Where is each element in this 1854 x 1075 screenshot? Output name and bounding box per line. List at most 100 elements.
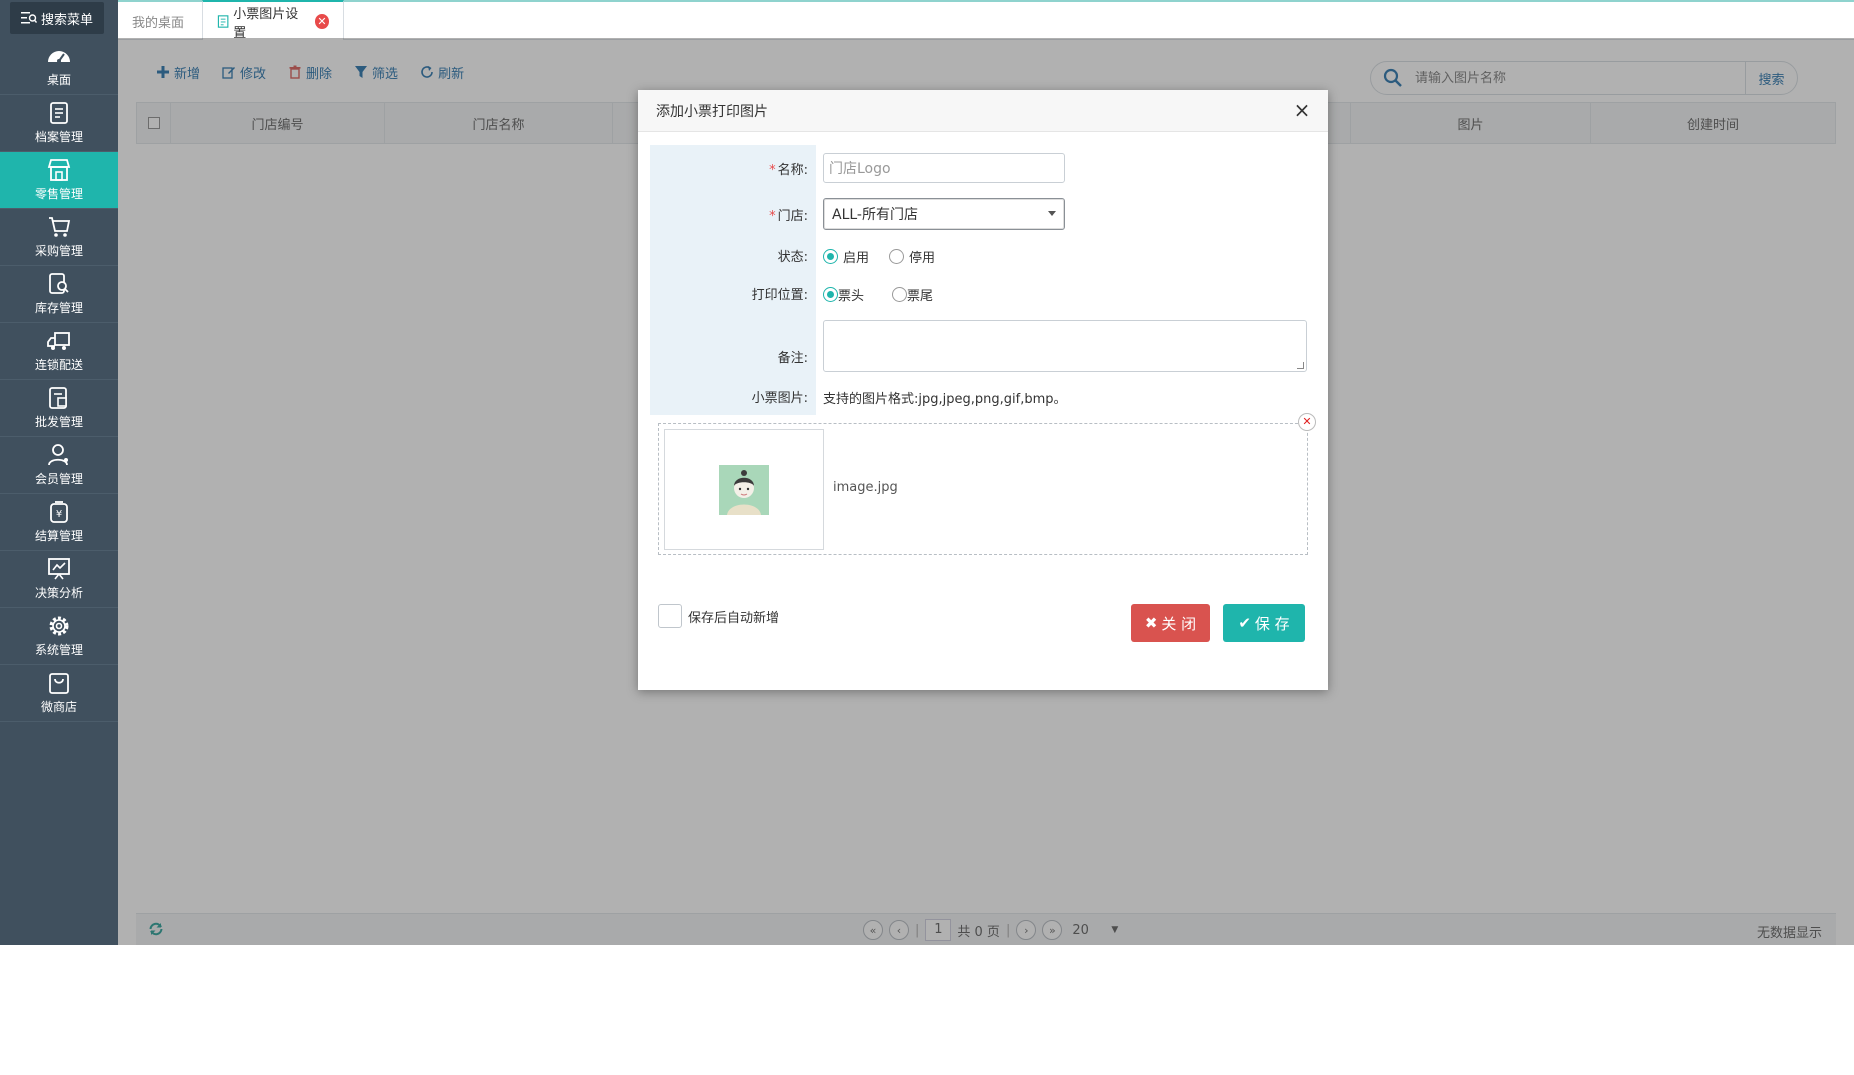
dialog-header: 添加小票打印图片 bbox=[638, 90, 1328, 132]
store-select[interactable]: ALL-所有门店 bbox=[823, 198, 1065, 230]
document-icon bbox=[217, 15, 229, 28]
nav-label: 采购管理 bbox=[34, 244, 83, 258]
name-placeholder: 门店Logo bbox=[829, 161, 891, 177]
name-input[interactable]: 门店Logo bbox=[823, 153, 1065, 183]
nav-item-retail[interactable]: 零售管理 bbox=[0, 152, 118, 209]
dialog-close-icon[interactable]: × bbox=[1292, 100, 1312, 120]
menu-search-button[interactable]: 搜索菜单 bbox=[10, 2, 104, 34]
nav-label: 微商店 bbox=[40, 700, 77, 714]
nav-label: 桌面 bbox=[46, 73, 71, 87]
store-select-value: ALL-所有门店 bbox=[832, 207, 918, 223]
archive-icon bbox=[50, 102, 68, 124]
name-label-text: 名称: bbox=[777, 162, 808, 178]
svg-text:¥: ¥ bbox=[56, 509, 62, 520]
inventory-icon bbox=[49, 273, 69, 294]
image-upload-area[interactable]: image.jpg bbox=[658, 423, 1308, 555]
print-position-radio-group: 票头 票尾 bbox=[823, 285, 933, 304]
nav-item-member[interactable]: 会员管理 bbox=[0, 437, 118, 494]
position-head-radio[interactable] bbox=[823, 287, 838, 302]
form-row-print-position: 打印位置: bbox=[650, 283, 816, 303]
name-label: * 名称: bbox=[650, 159, 816, 178]
close-x-icon: ✖ bbox=[1144, 614, 1158, 632]
dialog-title: 添加小票打印图片 bbox=[656, 103, 768, 120]
avatar-image bbox=[719, 464, 769, 515]
nav-item-microshop[interactable]: 微商店 bbox=[0, 665, 118, 722]
nav-label: 会员管理 bbox=[34, 472, 83, 486]
print-position-label: 打印位置: bbox=[751, 287, 808, 303]
form-row-remark: 备注: bbox=[650, 330, 816, 382]
form-row-name: * 名称: bbox=[650, 153, 816, 183]
menu-search-icon bbox=[20, 12, 37, 24]
tab-home[interactable]: 我的桌面 bbox=[118, 2, 200, 40]
status-disabled-radio[interactable] bbox=[889, 249, 905, 264]
auto-new-checkbox[interactable] bbox=[658, 604, 682, 628]
chart-icon bbox=[48, 558, 70, 580]
nav-label: 库存管理 bbox=[34, 301, 83, 315]
tab-bar: 我的桌面 小票图片设置 ✕ bbox=[118, 0, 1854, 41]
nav-item-analysis[interactable]: 决策分析 bbox=[0, 551, 118, 608]
cart-icon bbox=[49, 217, 71, 237]
nav-label: 零售管理 bbox=[34, 187, 83, 201]
nav-item-archive[interactable]: 档案管理 bbox=[0, 95, 118, 152]
position-head-label: 票头 bbox=[838, 289, 865, 304]
save-button[interactable]: ✔ 保 存 bbox=[1223, 604, 1305, 642]
status-disabled-label: 停用 bbox=[909, 251, 936, 266]
store-icon bbox=[47, 159, 71, 181]
remove-image-icon[interactable]: ✕ bbox=[1298, 413, 1316, 431]
nav-menu: 桌面 档案管理 零售管理 采购管理 库存管理 连锁配送 批发管理 会员管理 ¥ … bbox=[0, 38, 118, 722]
add-receipt-image-dialog: 添加小票打印图片 × * 名称: 门店Logo * 门店: ALL-所有门店 状态:… bbox=[638, 90, 1328, 690]
nav-label: 连锁配送 bbox=[34, 358, 83, 372]
image-thumbnail bbox=[664, 429, 824, 550]
nav-item-desktop[interactable]: 桌面 bbox=[0, 38, 118, 95]
settlement-icon: ¥ bbox=[50, 501, 68, 523]
check-icon: ✔ bbox=[1238, 614, 1251, 632]
nav-item-system[interactable]: 系统管理 bbox=[0, 608, 118, 665]
gear-icon bbox=[49, 616, 69, 636]
close-button[interactable]: ✖ 关 闭 bbox=[1131, 604, 1210, 642]
nav-item-wholesale[interactable]: 批发管理 bbox=[0, 380, 118, 437]
required-marker: * bbox=[769, 208, 776, 224]
save-button-label: 保 存 bbox=[1254, 614, 1290, 633]
position-tail-radio[interactable] bbox=[892, 287, 908, 302]
shop-bag-icon bbox=[49, 673, 69, 694]
status-enabled-label: 启用 bbox=[843, 251, 870, 266]
image-format-hint: 支持的图片格式:jpg,jpeg,png,gif,bmp。 bbox=[823, 392, 1067, 407]
nav-label: 系统管理 bbox=[34, 643, 83, 657]
status-radio-group: 启用 停用 bbox=[823, 247, 935, 266]
form-row-status: 状态: bbox=[650, 245, 816, 265]
auto-new-option[interactable]: 保存后自动新增 bbox=[658, 604, 779, 628]
position-tail-label: 票尾 bbox=[907, 289, 934, 304]
sidebar: 搜索菜单 桌面 档案管理 零售管理 采购管理 库存管理 连锁配送 批发管理 会员… bbox=[0, 0, 118, 945]
nav-label: 档案管理 bbox=[34, 130, 83, 144]
auto-new-label: 保存后自动新增 bbox=[688, 610, 780, 626]
tab-label: 我的桌面 bbox=[132, 15, 185, 31]
tab-receipt-image-settings[interactable]: 小票图片设置 ✕ bbox=[202, 0, 344, 41]
nav-item-inventory[interactable]: 库存管理 bbox=[0, 266, 118, 323]
dashboard-icon bbox=[48, 51, 70, 63]
store-label-text: 门店: bbox=[777, 208, 808, 224]
nav-item-settlement[interactable]: ¥ 结算管理 bbox=[0, 494, 118, 551]
remark-label: 备注: bbox=[777, 350, 808, 366]
nav-label: 批发管理 bbox=[34, 415, 83, 429]
nav-item-purchase[interactable]: 采购管理 bbox=[0, 209, 118, 266]
member-icon bbox=[48, 444, 68, 466]
remark-textarea[interactable] bbox=[823, 320, 1307, 372]
form-row-image: 小票图片: bbox=[650, 386, 816, 406]
uploaded-file-name: image.jpg bbox=[833, 480, 898, 495]
image-label: 小票图片: bbox=[751, 390, 808, 406]
truck-icon bbox=[47, 332, 70, 350]
nav-item-distribution[interactable]: 连锁配送 bbox=[0, 323, 118, 380]
store-label: * 门店: bbox=[650, 205, 816, 224]
nav-label: 结算管理 bbox=[34, 529, 83, 543]
wholesale-icon bbox=[49, 387, 67, 409]
required-marker: * bbox=[769, 162, 776, 178]
status-enabled-radio[interactable] bbox=[823, 249, 838, 264]
tab-label: 小票图片设置 bbox=[233, 6, 299, 41]
status-label: 状态: bbox=[777, 249, 808, 265]
nav-label: 决策分析 bbox=[34, 586, 83, 600]
tab-close-icon[interactable]: ✕ bbox=[314, 14, 330, 29]
close-button-label: 关 闭 bbox=[1161, 614, 1197, 633]
chevron-down-icon bbox=[1048, 211, 1056, 216]
menu-search-label: 搜索菜单 bbox=[40, 12, 93, 28]
app-window: 搜索菜单 桌面 档案管理 零售管理 采购管理 库存管理 连锁配送 批发管理 会员… bbox=[0, 0, 1854, 945]
